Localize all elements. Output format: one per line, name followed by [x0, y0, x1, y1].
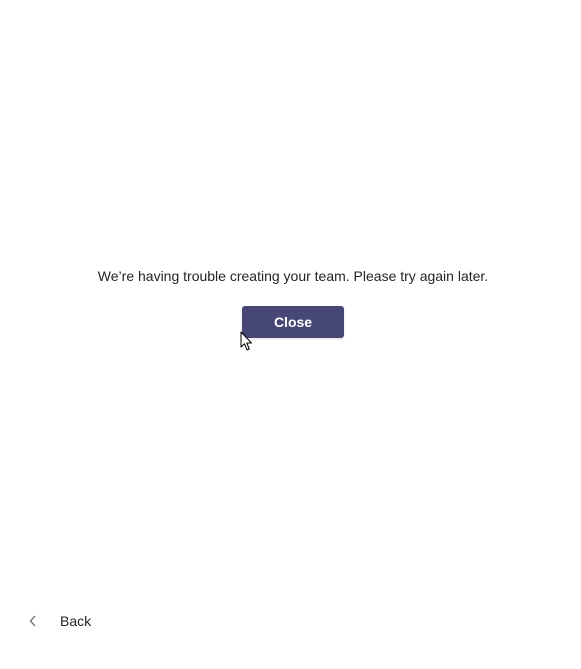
error-dialog: We’re having trouble creating your team.… [0, 0, 581, 669]
back-button[interactable]: Back [28, 610, 91, 632]
mouse-cursor-icon [240, 331, 254, 352]
back-label: Back [60, 613, 92, 629]
close-button[interactable]: Close [242, 306, 344, 338]
error-message: We’re having trouble creating your team.… [97, 268, 489, 284]
chevron-left-icon [28, 615, 38, 627]
